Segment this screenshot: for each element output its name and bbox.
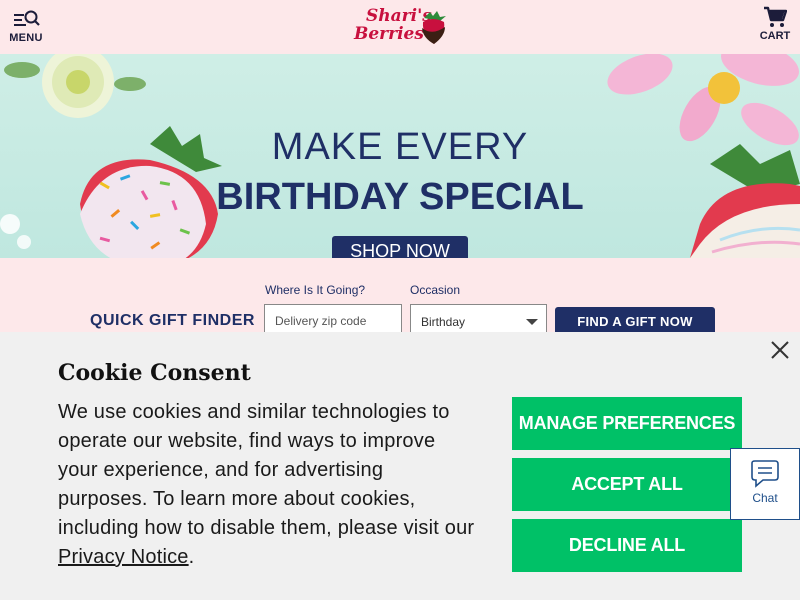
hero-headline-line1: MAKE EVERY [271, 126, 529, 168]
cart-icon [764, 6, 787, 27]
occasion-label: Occasion [410, 283, 461, 297]
cart-button[interactable]: CART [758, 6, 792, 48]
small-white-flowers [0, 214, 31, 249]
chat-label: Chat [752, 491, 778, 505]
shari-berries-logo[interactable]: Shari's Berries [352, 6, 448, 48]
close-cookie-button[interactable] [768, 338, 792, 362]
zip-label: Where Is It Going? [265, 283, 366, 297]
chevron-down-icon [526, 319, 538, 325]
menu-button[interactable]: MENU [8, 8, 44, 48]
menu-search-icon [14, 10, 40, 26]
cookie-body-text: We use cookies and similar technologies … [58, 401, 475, 539]
privacy-notice-link[interactable]: Privacy Notice [58, 546, 189, 568]
occasion-selected-value: Birthday [421, 315, 466, 329]
accept-all-button[interactable]: ACCEPT ALL [512, 458, 742, 511]
cookie-consent-banner: Cookie Consent We use cookies and simila… [0, 332, 800, 600]
cookie-consent-title: Cookie Consent [58, 360, 251, 386]
site-header: MENU Shari's Berries CART [0, 0, 800, 54]
close-icon [771, 341, 789, 359]
cookie-body-end: . [188, 546, 195, 568]
shop-now-button[interactable]: SHOP NOW [332, 236, 468, 258]
chat-button[interactable]: Chat [730, 448, 800, 520]
hero-headline-line2: BIRTHDAY SPECIAL [216, 176, 584, 218]
white-flower-left [4, 54, 146, 118]
chat-bubble-icon [751, 460, 779, 488]
cookie-consent-text: We use cookies and similar technologies … [58, 398, 478, 572]
manage-preferences-button[interactable]: MANAGE PREFERENCES [512, 397, 742, 450]
quick-gift-finder: QUICK GIFT FINDER Where Is It Going? Occ… [0, 258, 800, 338]
decline-all-button[interactable]: DECLINE ALL [512, 519, 742, 572]
strawberry-logo-icon [422, 11, 446, 44]
hero-banner[interactable]: MAKE EVERY BIRTHDAY SPECIAL SHOP NOW [0, 54, 800, 258]
menu-label: MENU [9, 32, 43, 44]
gift-finder-title: QUICK GIFT FINDER [90, 312, 255, 329]
cart-label: CART [759, 30, 791, 42]
logo-text-berries: Berries [354, 24, 424, 44]
